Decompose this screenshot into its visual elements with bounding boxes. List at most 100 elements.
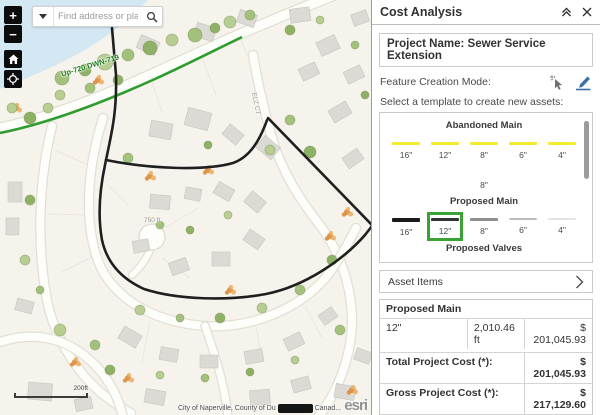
line-swatch — [470, 142, 498, 145]
pencil-icon — [574, 74, 592, 91]
template-item-abandoned-main-12[interactable]: 12" — [427, 136, 463, 164]
house — [244, 349, 264, 365]
gross-cost-value: $ 217,129.60 — [524, 384, 592, 414]
tree — [215, 313, 225, 323]
tree — [43, 103, 53, 113]
home-button[interactable] — [4, 50, 22, 68]
asset-length: 2,010.46 ft — [467, 319, 524, 349]
tree — [105, 365, 115, 375]
tree — [156, 221, 164, 229]
asset-cost: $ 201,045.93 — [524, 319, 592, 349]
line-swatch — [509, 142, 537, 145]
panel-header: Cost Analysis — [372, 0, 600, 25]
tree — [361, 91, 369, 99]
template-item-abandoned-main-16[interactable]: 16" — [388, 136, 424, 164]
template-item-abandoned-main-8[interactable]: 8" — [466, 136, 502, 164]
tree — [335, 325, 345, 335]
tree — [285, 115, 295, 125]
template-size-label: 16" — [400, 150, 412, 160]
template-size-label: 6" — [519, 225, 527, 235]
tree — [113, 75, 123, 85]
cost-table-header: Proposed Main — [380, 300, 592, 319]
scalebar-label: 200ft — [14, 385, 88, 392]
asset-size: 12" — [380, 319, 467, 349]
magic-cursor-icon — [549, 74, 566, 91]
template-item-abandoned-main-6[interactable]: 6" — [505, 136, 541, 164]
zoom-in-button[interactable]: + — [4, 6, 22, 24]
app: Up-720 DWN-719 ELZ CT 750 ft + − — [0, 0, 600, 415]
cost-table: Proposed Main 12" 2,010.46 ft $ 201,045.… — [379, 299, 593, 415]
locate-button[interactable] — [4, 70, 22, 88]
template-group-name: Abandoned Main — [388, 120, 580, 131]
attribution-text-left: City of Naperville, County of Du — [178, 405, 276, 412]
template-item-proposed-main-6[interactable]: 6" — [505, 212, 541, 241]
tree — [20, 255, 30, 265]
template-item-abandoned-main-8[interactable]: 8" — [466, 166, 502, 194]
line-swatch — [509, 218, 537, 220]
line-swatch — [548, 218, 576, 220]
total-cost-label: Total Project Cost (*): — [380, 353, 524, 383]
house — [212, 252, 230, 266]
attribution-text-right: Canad... — [315, 405, 341, 412]
template-row: 8" — [388, 166, 580, 194]
locate-icon — [7, 73, 19, 85]
tree — [224, 16, 236, 28]
cost-table-row: 12" 2,010.46 ft $ 201,045.93 — [380, 319, 592, 349]
tree — [90, 340, 100, 350]
tree — [210, 23, 220, 33]
template-row: 16"12" 8" 6" 4" — [388, 212, 580, 241]
template-item-proposed-main-12[interactable]: 12" — [427, 212, 463, 241]
feature-creation-mode-label: Feature Creation Mode: — [380, 76, 491, 88]
magnifier-icon — [146, 11, 158, 23]
tree — [24, 112, 36, 124]
tree — [79, 64, 91, 76]
total-cost-row: Total Project Cost (*): $ 201,045.93 — [380, 353, 592, 384]
project-name-box: Project Name: Sewer Service Extension — [379, 33, 593, 67]
tree — [54, 324, 66, 336]
template-item-proposed-main-16[interactable]: 16" — [388, 212, 424, 241]
template-item-proposed-main-8[interactable]: 8" — [466, 212, 502, 241]
template-scrollbar-thumb[interactable] — [584, 121, 589, 179]
cost-analysis-panel: Cost Analysis Project Name: Sewer Servic… — [371, 0, 600, 415]
tree — [55, 90, 65, 100]
panel-body: Project Name: Sewer Service Extension Fe… — [372, 25, 600, 415]
house — [8, 182, 22, 202]
tree — [186, 226, 194, 234]
map[interactable]: Up-720 DWN-719 ELZ CT 750 ft + − — [0, 0, 371, 415]
smart-cursor-mode-button[interactable] — [549, 74, 566, 91]
template-groups: Abandoned Main16"12"8"6"4"8"Proposed Mai… — [388, 120, 580, 254]
sketch-mode-button[interactable] — [574, 74, 592, 91]
house — [184, 187, 202, 202]
search-input[interactable] — [54, 11, 142, 22]
template-size-label: 8" — [480, 180, 488, 190]
scalebar-line — [14, 393, 88, 398]
line-swatch — [392, 218, 420, 222]
template-item-abandoned-main-4[interactable]: 4" — [544, 136, 580, 164]
map-canvas[interactable] — [0, 0, 371, 415]
collapse-panel-button[interactable] — [561, 7, 572, 17]
chevron-right-icon — [575, 275, 584, 289]
tree — [85, 83, 95, 93]
line-swatch — [431, 142, 459, 145]
search-button[interactable] — [142, 7, 162, 26]
house — [144, 388, 166, 405]
tree — [143, 41, 157, 55]
tree — [188, 28, 202, 42]
tree — [123, 153, 133, 163]
tree — [135, 305, 145, 315]
esri-logo: esri — [344, 397, 367, 414]
home-icon — [8, 54, 19, 65]
section-asset-items[interactable]: Asset Items — [379, 270, 593, 293]
tree — [224, 211, 232, 219]
map-attribution: City of Naperville, County of Du Canad..… — [178, 404, 341, 413]
template-size-label: 8" — [480, 150, 488, 160]
close-panel-button[interactable] — [582, 7, 592, 17]
zoom-out-button[interactable]: − — [4, 25, 22, 43]
template-size-label: 8" — [480, 226, 488, 236]
gross-cost-label: Gross Project Cost (*): — [380, 384, 524, 414]
template-item-proposed-main-4[interactable]: 4" — [544, 212, 580, 241]
gross-cost-row: Gross Project Cost (*): $ 217,129.60 — [380, 384, 592, 415]
section-label: Asset Items — [388, 276, 443, 288]
search-source-dropdown[interactable] — [33, 7, 54, 26]
house — [289, 7, 311, 24]
